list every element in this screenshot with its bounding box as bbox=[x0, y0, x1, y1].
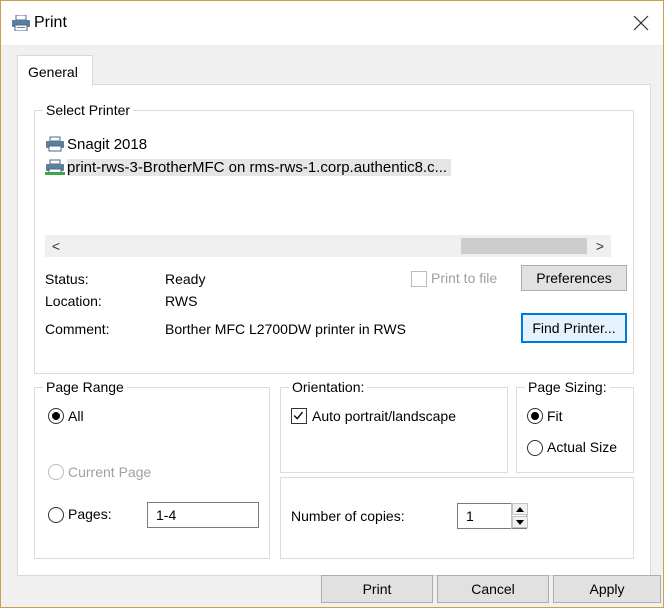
radio-current-page-label: Current Page bbox=[68, 464, 152, 480]
decrement-button[interactable] bbox=[512, 516, 528, 528]
scroll-left-arrow[interactable]: < bbox=[45, 235, 67, 257]
radio-actual-size[interactable] bbox=[527, 440, 543, 456]
radio-actual-size-label: Actual Size bbox=[547, 439, 618, 455]
chevron-up-icon bbox=[516, 506, 524, 512]
printer-item-brothermfc[interactable]: print-rws-3-BrotherMFC on rms-rws-1.corp… bbox=[45, 156, 452, 178]
print-dialog: Print General Select Printer Snagit 2018… bbox=[0, 0, 664, 608]
printer-item-snagit[interactable]: Snagit 2018 bbox=[45, 133, 147, 155]
auto-orientation-checkbox[interactable] bbox=[291, 408, 307, 424]
auto-orientation-label: Auto portrait/landscape bbox=[312, 408, 456, 424]
close-button[interactable] bbox=[619, 1, 663, 45]
printer-icon bbox=[46, 136, 64, 152]
print-to-file-checkbox[interactable] bbox=[411, 271, 427, 287]
select-printer-group: Select Printer Snagit 2018 print-rws-3-B… bbox=[34, 102, 634, 374]
general-tab-panel: Select Printer Snagit 2018 print-rws-3-B… bbox=[17, 84, 651, 576]
radio-current-page[interactable] bbox=[48, 464, 64, 480]
dialog-content: General Select Printer Snagit 2018 print… bbox=[1, 45, 663, 607]
apply-button-label: Apply bbox=[589, 581, 625, 597]
radio-pages[interactable] bbox=[48, 507, 64, 523]
pages-input[interactable]: 1-4 bbox=[147, 502, 259, 528]
status-label: Status: bbox=[45, 271, 89, 287]
radio-fit[interactable] bbox=[527, 408, 543, 424]
status-value: Ready bbox=[165, 271, 206, 287]
radio-pages-label: Pages: bbox=[68, 506, 112, 522]
network-printer-icon bbox=[45, 159, 65, 175]
printer-name: Snagit 2018 bbox=[67, 135, 148, 153]
find-printer-button-label: Find Printer... bbox=[532, 320, 616, 336]
increment-button[interactable] bbox=[512, 503, 528, 515]
copies-label: Number of copies: bbox=[291, 508, 405, 524]
printer-list: Snagit 2018 print-rws-3-BrotherMFC on rm… bbox=[45, 125, 611, 231]
radio-all[interactable] bbox=[48, 408, 64, 424]
print-to-file-label: Print to file bbox=[431, 270, 498, 286]
page-range-label: Page Range bbox=[43, 379, 127, 395]
print-button-label: Print bbox=[362, 581, 392, 597]
copies-group: Number of copies: 1 bbox=[280, 477, 634, 559]
tab-general-label: General bbox=[28, 64, 78, 80]
select-printer-label: Select Printer bbox=[43, 102, 134, 118]
cancel-button-label: Cancel bbox=[471, 581, 515, 597]
scroll-right-arrow[interactable]: > bbox=[589, 235, 611, 257]
page-sizing-label: Page Sizing: bbox=[525, 379, 610, 395]
printer-list-scrollbar[interactable]: < > bbox=[45, 235, 611, 257]
copies-spinner bbox=[511, 503, 528, 529]
orientation-label: Orientation: bbox=[289, 379, 368, 395]
cancel-button[interactable]: Cancel bbox=[437, 575, 549, 603]
location-value: RWS bbox=[165, 293, 198, 309]
title-bar: Print bbox=[1, 1, 663, 45]
page-sizing-group: Page Sizing: Fit Actual Size bbox=[516, 379, 634, 473]
tab-general[interactable]: General bbox=[17, 55, 93, 86]
orientation-group: Orientation: Auto portrait/landscape bbox=[280, 379, 508, 473]
comment-value: Borther MFC L2700DW printer in RWS bbox=[165, 321, 406, 337]
print-button[interactable]: Print bbox=[321, 575, 433, 603]
chevron-down-icon bbox=[516, 519, 524, 525]
apply-button[interactable]: Apply bbox=[553, 575, 661, 603]
scroll-thumb[interactable] bbox=[461, 238, 587, 254]
printer-name: print-rws-3-BrotherMFC on rms-rws-1.corp… bbox=[67, 158, 452, 176]
page-range-group: Page Range All Current Page Pages: 1-4 bbox=[34, 379, 270, 559]
close-icon bbox=[633, 15, 649, 31]
preferences-button-label: Preferences bbox=[536, 270, 612, 286]
checkmark-icon bbox=[293, 411, 304, 420]
location-label: Location: bbox=[45, 293, 102, 309]
window-title: Print bbox=[34, 14, 67, 31]
radio-fit-label: Fit bbox=[547, 408, 563, 424]
radio-all-label: All bbox=[68, 408, 84, 424]
find-printer-button[interactable]: Find Printer... bbox=[521, 313, 627, 343]
printer-icon bbox=[12, 15, 30, 31]
comment-label: Comment: bbox=[45, 321, 110, 337]
preferences-button[interactable]: Preferences bbox=[521, 265, 627, 291]
